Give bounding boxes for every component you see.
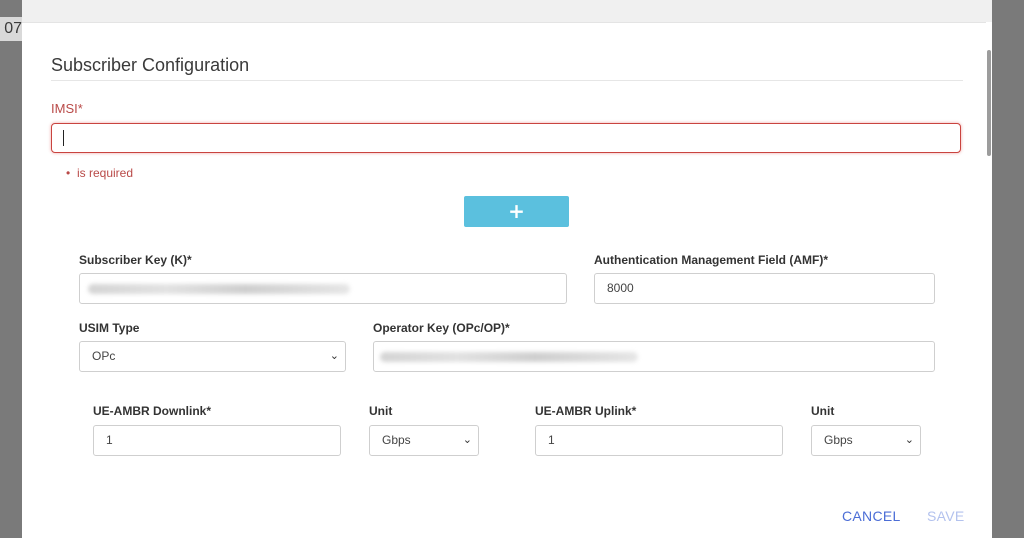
ue-ambr-uplink-label: UE-AMBR Uplink*	[535, 404, 637, 418]
subscriber-key-label: Subscriber Key (K)*	[79, 253, 192, 267]
chevron-down-icon: ⌄	[329, 350, 339, 362]
usim-type-select[interactable]: OPc ⌄	[79, 341, 346, 372]
uplink-unit-select[interactable]: Gbps ⌄	[811, 425, 921, 456]
ue-ambr-downlink-label: UE-AMBR Downlink*	[93, 404, 211, 418]
imsi-error-message: • is required	[66, 166, 134, 180]
save-button[interactable]: SAVE	[927, 508, 965, 524]
background-overlay-right	[992, 0, 1024, 538]
usim-type-label: USIM Type	[79, 321, 140, 335]
uplink-unit-label: Unit	[811, 404, 835, 418]
scrollbar-thumb[interactable]	[987, 50, 991, 156]
cancel-button[interactable]: CANCEL	[842, 508, 901, 524]
add-imsi-button[interactable]: +	[464, 196, 569, 227]
scrollbar[interactable]	[986, 22, 992, 538]
ue-ambr-uplink-input[interactable]: 1	[535, 425, 783, 456]
text-cursor	[63, 130, 64, 146]
subscriber-key-input[interactable]	[79, 273, 567, 304]
dialog-top-bar	[22, 0, 992, 23]
obscured-value	[88, 284, 350, 294]
obscured-value	[380, 352, 638, 362]
error-bullet-icon: •	[66, 166, 71, 180]
downlink-unit-label: Unit	[369, 404, 393, 418]
title-divider	[51, 80, 963, 81]
imsi-label: IMSI*	[51, 101, 83, 116]
amf-input[interactable]: 8000	[594, 273, 935, 304]
usim-type-selected: OPc	[92, 349, 116, 363]
downlink-unit-select[interactable]: Gbps ⌄	[369, 425, 479, 456]
background-partial-text: 07	[0, 17, 22, 41]
ue-ambr-downlink-input[interactable]: 1	[93, 425, 341, 456]
subscriber-config-dialog: Subscriber Configuration IMSI* • is requ…	[22, 0, 992, 538]
imsi-input[interactable]	[51, 123, 961, 153]
background-page: 07	[0, 0, 22, 538]
imsi-error-text: is required	[77, 166, 134, 180]
operator-key-label: Operator Key (OPc/OP)*	[373, 321, 510, 335]
operator-key-input[interactable]	[373, 341, 935, 372]
amf-label: Authentication Management Field (AMF)*	[594, 253, 828, 267]
chevron-down-icon: ⌄	[462, 434, 472, 446]
downlink-unit-selected: Gbps	[382, 433, 411, 447]
dialog-title: Subscriber Configuration	[51, 55, 250, 75]
uplink-unit-selected: Gbps	[824, 433, 853, 447]
chevron-down-icon: ⌄	[904, 434, 914, 446]
